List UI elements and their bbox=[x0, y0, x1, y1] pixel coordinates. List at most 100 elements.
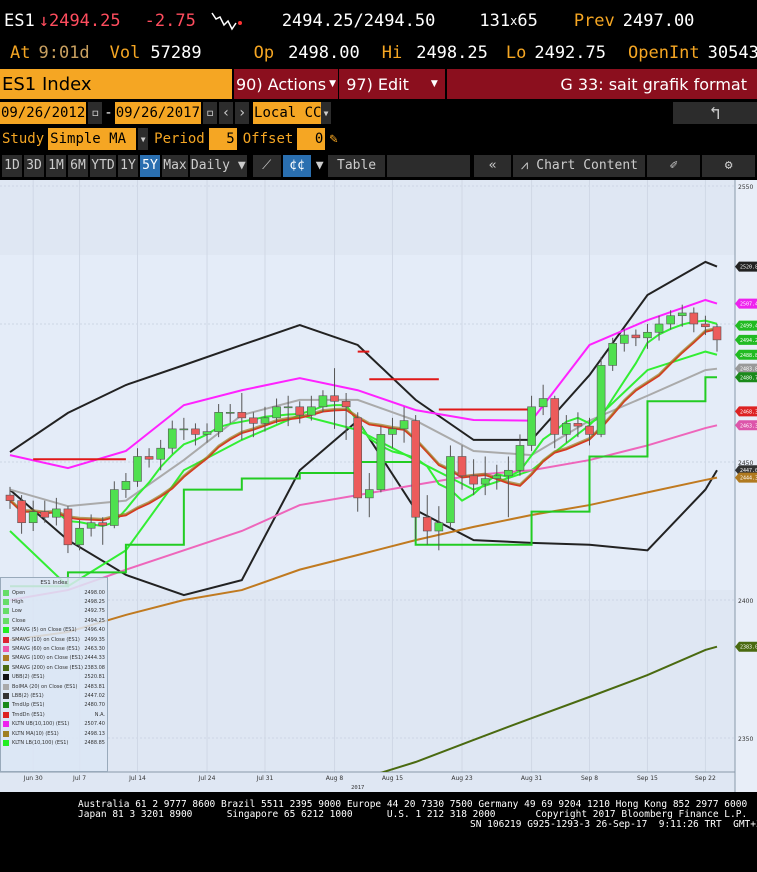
legend-swatch bbox=[3, 599, 9, 606]
command-bar: ES1 Index 90) Actions ▼ 97) Edit ▼ G 33: s… bbox=[0, 69, 757, 99]
legend-item: KLTN LB(10,100) (ES1) 2488.85 bbox=[3, 738, 105, 747]
legend-swatch bbox=[3, 730, 9, 737]
legend-swatch bbox=[3, 617, 9, 624]
offset-label: Offset bbox=[242, 131, 294, 147]
range-button-1m[interactable]: 1M bbox=[46, 154, 66, 177]
legend-item-name: SMAVG (100) on Close (ES1) bbox=[12, 655, 83, 662]
range-button-6m[interactable]: 6M bbox=[68, 154, 88, 177]
chart-content-label: Chart Content bbox=[536, 158, 638, 173]
price-tag-label: 2444.33 bbox=[740, 476, 757, 482]
offset-input[interactable]: 0 bbox=[297, 128, 326, 150]
legend-item: Low 2492.75 bbox=[3, 607, 105, 616]
bid-size: 131 bbox=[479, 11, 511, 31]
legend-swatch bbox=[3, 711, 9, 718]
candle-body bbox=[596, 365, 606, 435]
candle-body bbox=[63, 508, 73, 546]
candle-body bbox=[133, 456, 142, 482]
candle-body bbox=[631, 334, 641, 339]
legend-swatch bbox=[3, 674, 9, 681]
chevron-down-icon[interactable]: ▼ bbox=[321, 102, 332, 124]
currency-select[interactable]: Local CCY bbox=[253, 102, 330, 124]
legend: ES1 Index Open 2498.00 High 2498.25 Low 2492.… bbox=[0, 577, 108, 772]
y-tick-label: 2400 bbox=[738, 598, 753, 605]
footer-session: SN 106219 G925-1293-3 26-Sep-17 9:11:26 … bbox=[470, 819, 757, 830]
gear-icon[interactable]: ⚙ bbox=[702, 154, 755, 177]
range-button-1y[interactable]: 1Y bbox=[118, 154, 138, 177]
candle-body bbox=[469, 475, 478, 485]
price-tag-label: 2463.30 bbox=[740, 423, 757, 429]
pencil-icon[interactable]: ✎ bbox=[329, 131, 337, 147]
price-tag-label: 2488.85 bbox=[740, 353, 757, 359]
prev-period-button[interactable]: ‹ bbox=[219, 102, 234, 124]
legend-swatch bbox=[3, 702, 9, 709]
next-period-button[interactable]: › bbox=[235, 102, 250, 124]
legend-item-name: TrndUp (ES1) bbox=[12, 702, 45, 709]
x-tick-label: Aug 15 bbox=[382, 775, 403, 782]
candle-body bbox=[457, 456, 467, 477]
quote-line-1: ES1 ↓ 2494.25 -2.75 2494.25/ 2494.50 131… bbox=[4, 11, 695, 31]
x-tick-label: Aug 31 bbox=[521, 775, 542, 782]
study-select[interactable]: Simple MA bbox=[48, 128, 137, 150]
open-label: Op bbox=[253, 43, 275, 63]
range-button-max[interactable]: Max bbox=[162, 154, 188, 177]
price-tag-label: 2383.08 bbox=[740, 645, 757, 651]
candle-body bbox=[121, 481, 131, 490]
legend-item-name: SMAVG (5) on Close (ES1) bbox=[12, 627, 77, 634]
last-price: 2494.25 bbox=[48, 11, 121, 31]
legend-swatch bbox=[3, 721, 9, 728]
quote-line-2: At 9:01d Vol 57289 Op 2498.00 Hi 2498.25… bbox=[0, 40, 757, 66]
candle-body bbox=[446, 456, 455, 524]
calendar-icon[interactable]: ▫ bbox=[88, 102, 103, 124]
frequency-select[interactable]: Daily ▼ bbox=[190, 154, 247, 177]
legend-item-value: 2498.00 bbox=[84, 589, 105, 596]
prev-label: Prev bbox=[573, 11, 615, 31]
legend-item: UBB(2) (ES1) 2520.81 bbox=[3, 673, 105, 682]
chevron-down-icon[interactable]: ▼ bbox=[138, 128, 149, 150]
candle-body bbox=[237, 412, 247, 419]
candle-body bbox=[156, 447, 165, 460]
chart-content-button[interactable]: ⩘ Chart Content bbox=[513, 154, 646, 177]
candle-body bbox=[527, 406, 536, 446]
calendar-icon[interactable]: ▫ bbox=[203, 102, 218, 124]
period-input[interactable]: 5 bbox=[208, 128, 237, 150]
legend-title: ES1 Index bbox=[40, 580, 68, 586]
candle-body bbox=[272, 406, 281, 419]
range-button-5y[interactable]: 5Y bbox=[140, 154, 160, 177]
legend-item-name: Close bbox=[12, 617, 26, 624]
legend-item-name: BolMA (20) on Close (ES1) bbox=[12, 683, 78, 690]
range-button-3d[interactable]: 3D bbox=[24, 154, 44, 177]
ask-size: 65 bbox=[517, 11, 538, 31]
x-tick-label: Sep 22 bbox=[695, 775, 716, 782]
candle-body bbox=[422, 516, 432, 532]
candle-body bbox=[191, 428, 200, 435]
edit-menu[interactable]: 97) Edit ▼ bbox=[339, 69, 445, 99]
actions-label: 90) Actions bbox=[235, 74, 327, 94]
candle-body bbox=[75, 527, 84, 546]
end-date-input[interactable]: 09/26/2017 bbox=[114, 102, 202, 124]
legend-swatch bbox=[3, 627, 9, 634]
candle-body bbox=[608, 343, 617, 366]
price-chart[interactable]: 23502400245025002550Jun 30Jul 7Jul 14Jul… bbox=[0, 180, 757, 792]
collapse-button[interactable]: « bbox=[473, 154, 512, 177]
table-button[interactable]: Table bbox=[328, 154, 385, 177]
candle-body bbox=[399, 420, 409, 430]
x-tick-label: Sep 15 bbox=[637, 775, 658, 782]
legend-item-name: TrndDn (ES1) bbox=[12, 711, 45, 718]
chevron-down-icon[interactable]: ▼ bbox=[313, 154, 327, 177]
bid: 2494.25 bbox=[281, 11, 354, 31]
candle-body bbox=[550, 398, 560, 435]
legend-item-value: 2494.25 bbox=[84, 617, 105, 624]
back-arrow-button[interactable]: ↰ bbox=[673, 102, 757, 124]
edit-annotation-icon[interactable]: ✐ bbox=[647, 154, 701, 177]
actions-menu[interactable]: 90) Actions ▼ bbox=[234, 69, 338, 99]
start-date-input[interactable]: 09/26/2012 bbox=[0, 102, 87, 124]
candlestick-icon[interactable]: ¢¢ bbox=[282, 154, 312, 177]
x-tick-label: Sep 8 bbox=[581, 775, 598, 782]
line-chart-icon[interactable]: ⟋ bbox=[252, 154, 281, 177]
range-button-1d[interactable]: 1D bbox=[2, 154, 22, 177]
at-label: At bbox=[10, 43, 31, 63]
security-field[interactable]: ES1 Index bbox=[0, 69, 232, 99]
candle-body bbox=[364, 489, 374, 499]
chart-title[interactable]: G 33: sait grafik format bbox=[447, 69, 757, 99]
range-button-ytd[interactable]: YTD bbox=[90, 154, 116, 177]
